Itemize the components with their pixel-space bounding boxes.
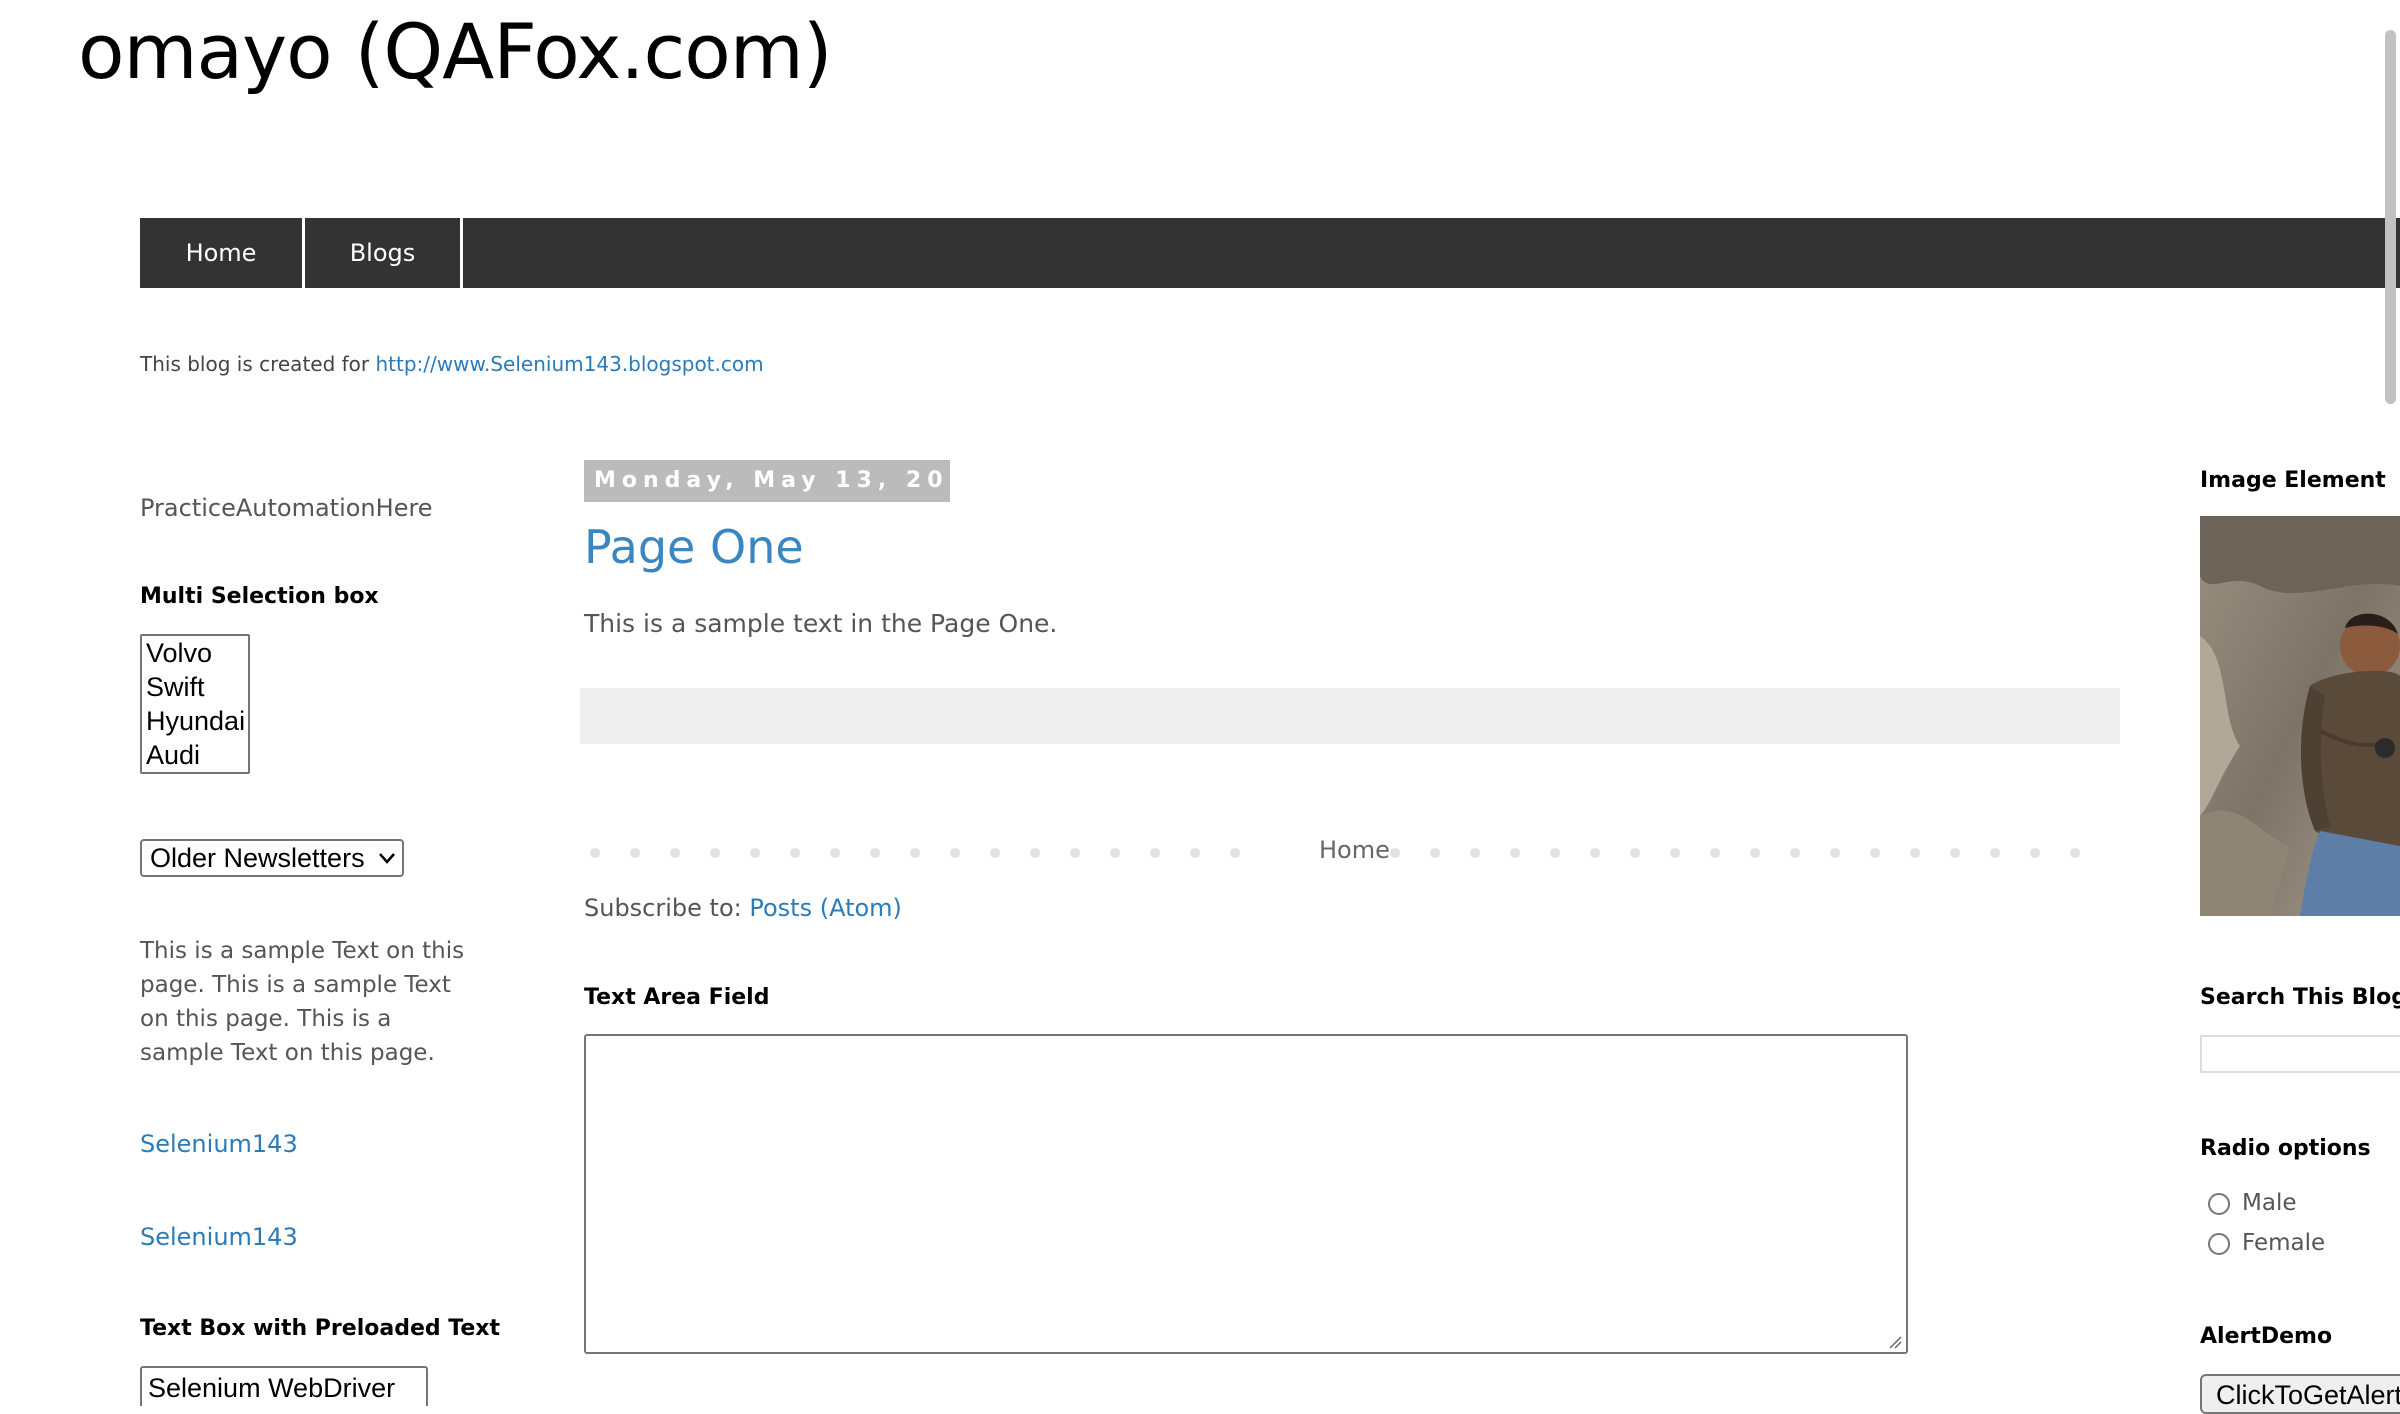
radio-option-male[interactable]: Male	[2208, 1190, 2296, 1216]
divider-dot	[910, 848, 920, 858]
female-label: Female	[2242, 1230, 2326, 1256]
pager-home-link[interactable]: Home	[1319, 836, 1390, 864]
divider-dot	[630, 848, 640, 858]
site-title: omayo (QAFox.com)	[78, 7, 832, 96]
divider-dot	[1990, 848, 2000, 858]
divider-dot	[1030, 848, 1040, 858]
divider-dot	[990, 848, 1000, 858]
subscribe-prefix: Subscribe to:	[584, 894, 750, 922]
divider-dot	[1510, 848, 1520, 858]
radio-option-female[interactable]: Female	[2208, 1230, 2325, 1256]
nav-bar: Home Blogs	[140, 218, 2400, 288]
multi-select-title: Multi Selection box	[140, 584, 379, 609]
divider-dot	[1590, 848, 1600, 858]
divider-dot	[950, 848, 960, 858]
multi-selection-box[interactable]: Volvo Swift Hyundai Audi	[140, 634, 250, 774]
divider-dot	[2030, 848, 2040, 858]
text-area-field[interactable]	[584, 1034, 1908, 1354]
divider-dot	[830, 848, 840, 858]
male-label: Male	[2242, 1190, 2297, 1216]
divider-dot	[1790, 848, 1800, 858]
post-footer	[580, 688, 2120, 744]
search-input[interactable]	[2200, 1035, 2400, 1073]
divider-dot	[1550, 848, 1560, 858]
divider-dot	[1710, 848, 1720, 858]
preloaded-text-input[interactable]: Selenium WebDriver	[140, 1366, 428, 1406]
dropdown-value: Older Newsletters	[150, 843, 365, 873]
divider-dot	[1750, 848, 1760, 858]
multi-option-volvo[interactable]: Volvo	[142, 636, 248, 670]
older-newsletters-dropdown[interactable]: Older Newsletters	[140, 839, 404, 877]
nav-blogs-tab[interactable]: Blogs	[305, 218, 463, 288]
divider-dot	[1110, 848, 1120, 858]
resize-grip-icon[interactable]	[1888, 1334, 1902, 1349]
divider-dot	[670, 848, 680, 858]
nav-home-tab[interactable]: Home	[140, 218, 305, 288]
practice-text: PracticeAutomationHere	[140, 494, 433, 522]
image-element-title: Image Element	[2200, 468, 2386, 493]
multi-option-audi[interactable]: Audi	[142, 738, 248, 772]
female-radio-button[interactable]	[2208, 1232, 2230, 1255]
chevron-down-icon	[378, 841, 396, 886]
page-scrollbar[interactable]	[2385, 30, 2396, 404]
divider-dot	[2070, 848, 2080, 858]
date-header: Monday, May 13, 2013	[584, 460, 985, 502]
post-title[interactable]: Page One	[584, 520, 804, 574]
divider-dot	[1430, 848, 1440, 858]
divider-dot	[790, 848, 800, 858]
male-radio-button[interactable]	[2208, 1192, 2230, 1215]
divider-dot	[710, 848, 720, 858]
multi-option-hyundai[interactable]: Hyundai	[142, 704, 248, 738]
divider-dot	[750, 848, 760, 858]
divider-dot	[1070, 848, 1080, 858]
multi-option-swift[interactable]: Swift	[142, 670, 248, 704]
preloaded-textbox-title: Text Box with Preloaded Text	[140, 1316, 500, 1341]
subscribe-line: Subscribe to: Posts (Atom)	[584, 894, 902, 922]
selenium143-link-2[interactable]: Selenium143	[140, 1223, 298, 1251]
posts-atom-link[interactable]: Posts (Atom)	[749, 894, 902, 922]
divider-dot	[1230, 848, 1240, 858]
profile-photo	[2200, 516, 2400, 916]
post-body: This is a sample text in the Page One.	[584, 609, 1058, 638]
divider-dot	[1910, 848, 1920, 858]
textarea-title: Text Area Field	[584, 985, 770, 1010]
divider-dot	[1470, 848, 1480, 858]
divider-dot	[590, 848, 600, 858]
search-blog-title: Search This Blog	[2200, 985, 2400, 1010]
blog-description: This blog is created for http://www.Sele…	[140, 352, 764, 376]
sample-text: This is a sample Text on this page. This…	[140, 938, 465, 1066]
divider-dot	[1190, 848, 1200, 858]
selenium143-link[interactable]: Selenium143	[140, 1130, 298, 1158]
divider-dot	[1870, 848, 1880, 858]
description-prefix: This blog is created for	[140, 352, 376, 376]
divider-dot	[1950, 848, 1960, 858]
divider-dot	[870, 848, 880, 858]
click-to-get-alert-button[interactable]: ClickToGetAlert	[2200, 1374, 2400, 1414]
radio-options-title: Radio options	[2200, 1136, 2371, 1161]
divider-dot	[1670, 848, 1680, 858]
divider-dot	[1150, 848, 1160, 858]
divider-dot	[1390, 848, 1400, 858]
divider-dot	[1630, 848, 1640, 858]
alert-demo-title: AlertDemo	[2200, 1324, 2333, 1349]
divider-dot	[1830, 848, 1840, 858]
selenium143-blog-link[interactable]: http://www.Selenium143.blogspot.com	[376, 352, 764, 376]
